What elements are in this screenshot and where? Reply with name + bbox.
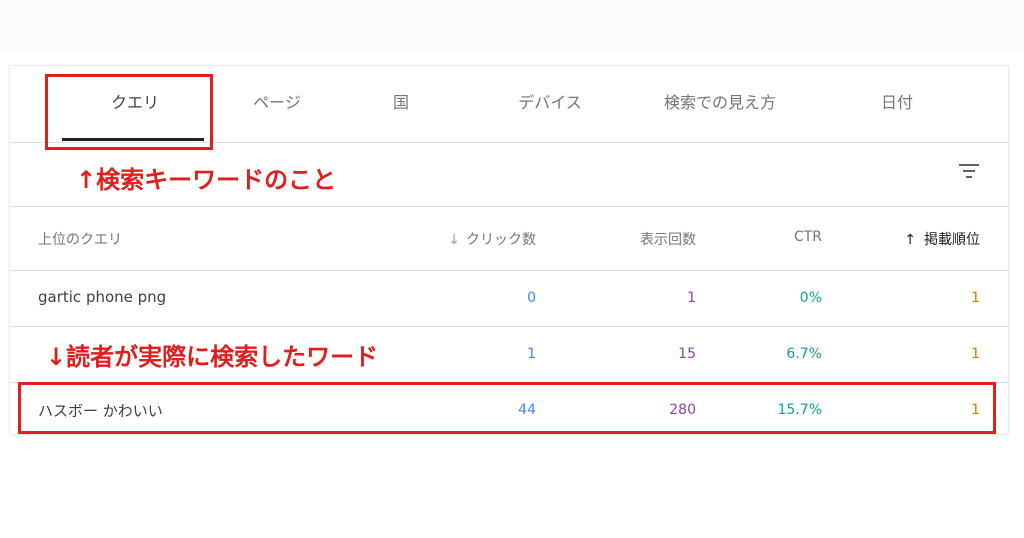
column-header-query: 上位のクエリ bbox=[38, 232, 122, 248]
divider bbox=[10, 326, 1008, 327]
divider bbox=[10, 270, 1008, 271]
column-header-clicks-label: クリック数 bbox=[466, 232, 536, 248]
annotation-keyword-note: ↑検索キーワードのこと bbox=[76, 166, 337, 194]
highlight-box-queries-tab bbox=[45, 74, 213, 150]
table-cell-impressions: 1 bbox=[687, 290, 696, 306]
table-cell-impressions: 15 bbox=[678, 346, 696, 362]
highlight-box-query-row bbox=[18, 382, 996, 434]
tab-search-appearance[interactable]: 検索での見え方 bbox=[650, 91, 790, 115]
table-row-query[interactable]: gartic phone png bbox=[38, 288, 166, 306]
table-cell-position: 1 bbox=[971, 290, 980, 306]
divider bbox=[10, 206, 1008, 207]
table-cell-position: 1 bbox=[971, 346, 980, 362]
tab-pages[interactable]: ページ bbox=[232, 91, 322, 115]
filter-list-icon[interactable] bbox=[958, 162, 980, 180]
table-cell-clicks: 0 bbox=[527, 290, 536, 306]
column-header-impressions[interactable]: 表示回数 bbox=[600, 229, 696, 249]
tab-dates[interactable]: 日付 bbox=[862, 91, 932, 115]
column-header-ctr[interactable]: CTR bbox=[750, 229, 822, 245]
table-cell-clicks: 1 bbox=[527, 346, 536, 362]
table-cell-ctr: 0% bbox=[799, 290, 822, 306]
annotation-query-note: ↓読者が実際に検索したワード bbox=[46, 343, 379, 371]
tab-countries[interactable]: 国 bbox=[376, 91, 426, 115]
top-background bbox=[0, 0, 1024, 52]
table-cell-ctr: 6.7% bbox=[786, 346, 822, 362]
tab-devices[interactable]: デバイス bbox=[490, 91, 610, 115]
arrow-down-icon: ↓ bbox=[448, 232, 460, 248]
column-header-position[interactable]: ↑ 掲載順位 bbox=[880, 229, 980, 249]
column-header-clicks[interactable]: ↓ クリック数 bbox=[410, 229, 536, 249]
column-header-position-label: 掲載順位 bbox=[924, 232, 980, 248]
arrow-up-icon: ↑ bbox=[904, 232, 916, 248]
